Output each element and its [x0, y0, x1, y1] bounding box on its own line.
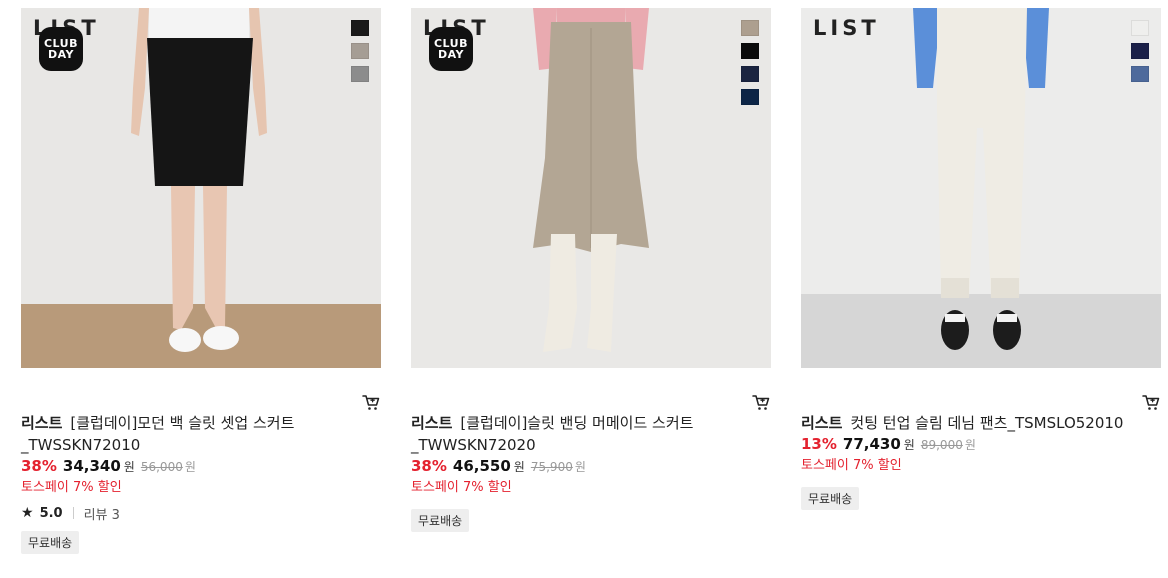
product-brand: 리스트: [801, 414, 843, 432]
product-photo-denim-pants: [801, 8, 1161, 368]
tosspay-promo: 토스페이 7% 할인: [411, 480, 512, 495]
free-shipping-badge: 무료배송: [411, 509, 470, 532]
discount-rate: 13%: [801, 435, 837, 453]
sale-price: 34,340: [62, 457, 121, 475]
color-swatch[interactable]: [741, 20, 759, 36]
product-name: [클럽데이]모던 백 슬릿 셋업 스커트: [70, 414, 295, 432]
color-swatch[interactable]: [1131, 43, 1149, 59]
product-name: 컷팅 턴업 슬림 데님 팬츠_TSMSLO52010: [850, 414, 1124, 432]
color-swatch[interactable]: [741, 66, 759, 82]
cart-icon[interactable]: [1141, 392, 1161, 412]
sale-price: 77,430: [842, 435, 901, 453]
club-day-badge-line2: DAY: [437, 48, 465, 61]
price-row: 38% 34,340 원 56,000 원: [21, 457, 381, 479]
original-price: 89,000: [920, 438, 963, 452]
rating-row: ★ 5.0 리뷰 3: [21, 503, 381, 523]
color-swatch[interactable]: [351, 43, 369, 59]
original-price-currency: 원: [574, 460, 586, 474]
club-day-badge-line2: DAY: [47, 48, 75, 61]
price-row: 38% 46,550 원 75,900 원: [411, 457, 771, 479]
product-image[interactable]: LIST: [801, 8, 1161, 368]
color-swatch[interactable]: [351, 66, 369, 82]
color-swatch[interactable]: [1131, 20, 1149, 36]
color-swatches: [1131, 20, 1149, 82]
club-day-badge: CLUB DAY: [39, 27, 83, 71]
color-swatch[interactable]: [351, 20, 369, 36]
club-day-badge: CLUB DAY: [429, 27, 473, 71]
color-swatch[interactable]: [741, 43, 759, 59]
cart-icon[interactable]: [361, 392, 381, 412]
original-price: 56,000: [140, 460, 183, 474]
color-swatch[interactable]: [741, 89, 759, 105]
product-title[interactable]: 리스트 컷팅 턴업 슬림 데님 팬츠_TSMSLO52010: [801, 412, 1161, 434]
color-swatch[interactable]: [1131, 66, 1149, 82]
product-code: _TWWSKN72020: [411, 436, 536, 454]
original-price-currency: 원: [964, 438, 976, 452]
product-code: _TWSSKN72010: [21, 436, 141, 454]
star-icon: ★: [21, 505, 34, 521]
review-count[interactable]: 리뷰 3: [84, 504, 120, 523]
product-card[interactable]: LIST 리스트 컷팅 턴업 슬림 데님 팬츠_TSMSLO52010 13% 7…: [801, 8, 1161, 510]
product-title[interactable]: 리스트 [클럽데이]모던 백 슬릿 셋업 스커트 _TWSSKN72010: [21, 412, 381, 456]
price-row: 13% 77,430 원 89,000 원: [801, 435, 1161, 457]
cart-row: [411, 368, 771, 412]
free-shipping-badge: 무료배송: [21, 531, 80, 554]
cart-row: [801, 368, 1161, 412]
cart-row: [21, 368, 381, 412]
product-brand: 리스트: [21, 414, 63, 432]
product-image[interactable]: LIST CLUB DAY: [21, 8, 381, 368]
product-card[interactable]: LIST CLUB DAY 리스트 [클럽데이]모던 백 슬릿 셋업 스커트 _T…: [21, 8, 381, 554]
tosspay-promo: 토스페이 7% 할인: [21, 480, 122, 495]
product-grid: LIST CLUB DAY 리스트 [클럽데이]모던 백 슬릿 셋업 스커트 _T…: [0, 0, 1168, 578]
color-swatches: [741, 20, 759, 105]
sale-price-currency: 원: [513, 460, 525, 474]
free-shipping-badge: 무료배송: [801, 487, 860, 510]
discount-rate: 38%: [411, 457, 447, 475]
original-price: 75,900: [530, 460, 573, 474]
discount-rate: 38%: [21, 457, 57, 475]
sale-price-currency: 원: [123, 460, 135, 474]
tosspay-promo: 토스페이 7% 할인: [801, 458, 902, 473]
product-brand: 리스트: [411, 414, 453, 432]
rating-score: 5.0: [39, 505, 63, 521]
rating-divider: [72, 507, 74, 519]
product-card[interactable]: LIST CLUB DAY 리스트 [클럽데이]슬릿 밴딩 머메이드 스커트: [411, 8, 771, 532]
sale-price: 46,550: [452, 457, 511, 475]
color-swatches: [351, 20, 369, 82]
original-price-currency: 원: [184, 460, 196, 474]
product-title[interactable]: 리스트 [클럽데이]슬릿 밴딩 머메이드 스커트 _TWWSKN72020: [411, 412, 771, 456]
product-name: [클럽데이]슬릿 밴딩 머메이드 스커트: [460, 414, 694, 432]
product-image[interactable]: LIST CLUB DAY: [411, 8, 771, 368]
sale-price-currency: 원: [903, 438, 915, 452]
cart-icon[interactable]: [751, 392, 771, 412]
brand-logo: LIST: [813, 16, 880, 40]
